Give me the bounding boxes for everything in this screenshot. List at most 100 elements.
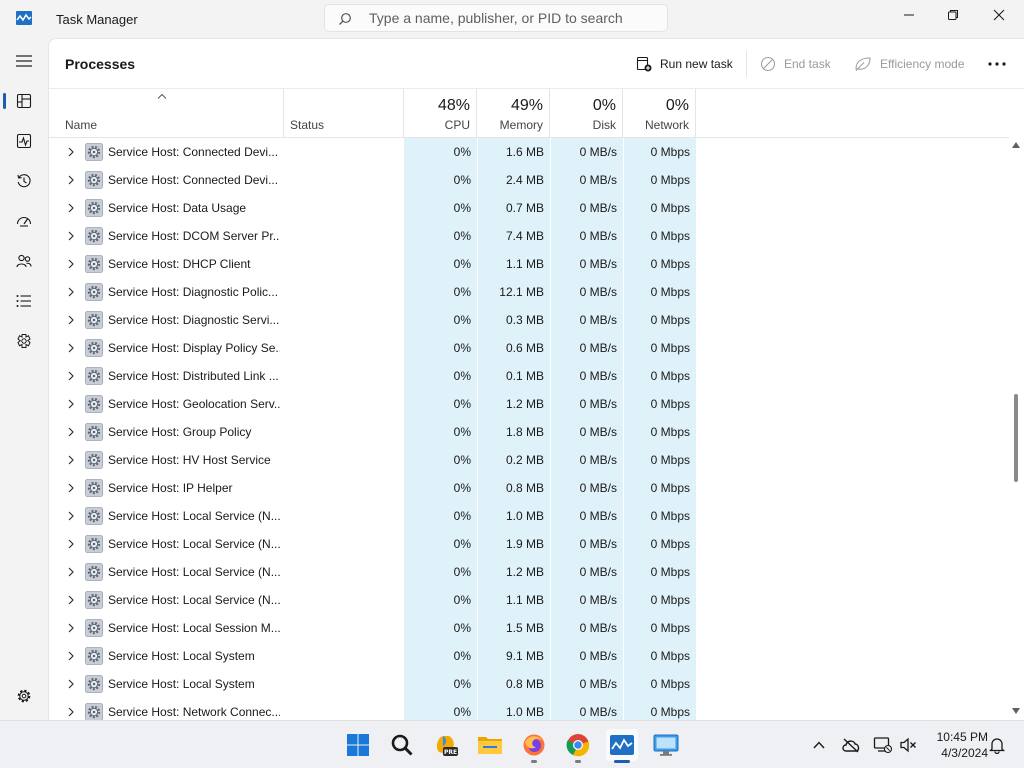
nav-menu-button[interactable]	[8, 45, 40, 77]
onedrive-tray-button[interactable]	[839, 733, 863, 757]
process-row[interactable]: Service Host: Group Policy 0% 1.8 MB 0 MB/s…	[49, 418, 1009, 446]
firefox-running-indicator	[531, 760, 537, 763]
process-row[interactable]: Service Host: DCOM Server Pr... 0% 7.4 MB 0…	[49, 222, 1009, 250]
chrome-running-indicator	[575, 760, 581, 763]
expand-chevron-icon[interactable]	[67, 175, 75, 185]
search-input[interactable]	[369, 8, 659, 28]
taskbar-task-manager-button[interactable]	[606, 729, 638, 761]
process-cpu: 0%	[453, 369, 471, 383]
expand-chevron-icon[interactable]	[67, 483, 75, 493]
end-task-icon	[760, 56, 776, 72]
scroll-up-arrow-icon[interactable]	[1011, 141, 1021, 149]
minimize-button[interactable]	[886, 0, 932, 30]
search-box[interactable]	[324, 4, 668, 32]
process-row[interactable]: Service Host: Data Usage 0% 0.7 MB 0 MB/s 0 …	[49, 194, 1009, 222]
nav-performance[interactable]	[8, 125, 40, 157]
vertical-scrollbar[interactable]	[1008, 136, 1024, 720]
process-row[interactable]: Service Host: Local System 0% 9.1 MB 0 MB/s…	[49, 642, 1009, 670]
maximize-button[interactable]	[930, 0, 976, 30]
process-row[interactable]: Service Host: Display Policy Se... 0% 0.6 …	[49, 334, 1009, 362]
nav-app-history[interactable]	[8, 165, 40, 197]
end-task-button[interactable]: End task	[760, 53, 831, 75]
nav-startup-apps[interactable]	[8, 205, 40, 237]
taskbar-chrome-button[interactable]	[562, 729, 594, 761]
process-disk: 0 MB/s	[579, 201, 617, 215]
taskbar-remote-desktop-button[interactable]	[650, 729, 682, 761]
process-row[interactable]: Service Host: IP Helper 0% 0.8 MB 0 MB/s 0 M…	[49, 474, 1009, 502]
column-header-network[interactable]: 0% Network	[623, 89, 696, 137]
process-row[interactable]: Service Host: Local System 0% 0.8 MB 0 MB/s…	[49, 670, 1009, 698]
expand-chevron-icon[interactable]	[67, 147, 75, 157]
column-header-memory[interactable]: 49% Memory	[477, 89, 550, 137]
expand-chevron-icon[interactable]	[67, 651, 75, 661]
process-network: 0 Mbps	[650, 257, 690, 271]
nav-users[interactable]	[8, 245, 40, 277]
expand-chevron-icon[interactable]	[67, 427, 75, 437]
expand-chevron-icon[interactable]	[67, 595, 75, 605]
process-memory: 0.7 MB	[505, 201, 544, 215]
expand-chevron-icon[interactable]	[67, 455, 75, 465]
taskbar-firefox-button[interactable]	[518, 729, 550, 761]
expand-chevron-icon[interactable]	[67, 623, 75, 633]
expand-chevron-icon[interactable]	[67, 343, 75, 353]
process-network: 0 Mbps	[650, 565, 690, 579]
network-tray-button[interactable]	[871, 733, 895, 757]
nav-details[interactable]	[8, 285, 40, 317]
process-disk: 0 MB/s	[579, 565, 617, 579]
expand-chevron-icon[interactable]	[67, 315, 75, 325]
process-row[interactable]: Service Host: Diagnostic Servi... 0% 0.3 M…	[49, 306, 1009, 334]
process-row[interactable]: Service Host: Distributed Link ... 0% 0.1 …	[49, 362, 1009, 390]
more-options-button[interactable]	[981, 53, 1013, 75]
process-row[interactable]: Service Host: DHCP Client 0% 1.1 MB 0 MB/s 0…	[49, 250, 1009, 278]
scroll-down-arrow-icon[interactable]	[1011, 707, 1021, 715]
run-new-task-button[interactable]: Run new task	[636, 53, 733, 75]
process-name: Service Host: Geolocation Serv...	[108, 397, 280, 411]
process-row[interactable]: Service Host: Local Service (N... 0% 1.9 M…	[49, 530, 1009, 558]
process-row[interactable]: Service Host: Local Service (N... 0% 1.1 M…	[49, 586, 1009, 614]
process-row[interactable]: Service Host: Connected Devi... 0% 1.6 MB 0…	[49, 138, 1009, 166]
scrollbar-thumb[interactable]	[1014, 394, 1018, 482]
notifications-button[interactable]	[985, 733, 1009, 757]
expand-chevron-icon[interactable]	[67, 259, 75, 269]
nav-settings[interactable]	[8, 680, 40, 712]
taskbar-start-button[interactable]	[342, 729, 374, 761]
process-row[interactable]: Service Host: Local Service (N... 0% 1.0 M…	[49, 502, 1009, 530]
process-disk: 0 MB/s	[579, 453, 617, 467]
expand-chevron-icon[interactable]	[67, 231, 75, 241]
expand-chevron-icon[interactable]	[67, 287, 75, 297]
taskbar-file-explorer-button[interactable]	[474, 729, 506, 761]
process-row[interactable]: Service Host: HV Host Service 0% 0.2 MB 0 M…	[49, 446, 1009, 474]
column-header-disk[interactable]: 0% Disk	[550, 89, 623, 137]
menu-icon	[16, 55, 32, 67]
show-hidden-icons-button[interactable]	[807, 733, 831, 757]
expand-chevron-icon[interactable]	[67, 511, 75, 521]
expand-chevron-icon[interactable]	[67, 371, 75, 381]
expand-chevron-icon[interactable]	[67, 707, 75, 717]
nav-services[interactable]	[8, 325, 40, 357]
taskbar-copilot-button[interactable]: PRE	[430, 729, 462, 761]
taskbar-clock[interactable]: 10:45 PM 4/3/2024	[924, 729, 988, 761]
close-button[interactable]	[976, 0, 1022, 30]
process-row[interactable]: Service Host: Local Session M... 0% 1.5 MB…	[49, 614, 1009, 642]
expand-chevron-icon[interactable]	[67, 399, 75, 409]
volume-tray-button[interactable]	[896, 733, 920, 757]
expand-chevron-icon[interactable]	[67, 203, 75, 213]
navigation-pane	[0, 38, 48, 720]
process-row[interactable]: Service Host: Geolocation Serv... 0% 1.2 M…	[49, 390, 1009, 418]
column-header-cpu[interactable]: 48% CPU	[404, 89, 477, 137]
process-row[interactable]: Service Host: Diagnostic Polic... 0% 12.1 …	[49, 278, 1009, 306]
process-row[interactable]: Service Host: Network Connec... 0% 1.0 MB 0…	[49, 698, 1009, 720]
column-header-status[interactable]: Status	[284, 89, 404, 137]
nav-processes[interactable]	[8, 85, 40, 117]
process-row[interactable]: Service Host: Local Service (N... 0% 1.2 M…	[49, 558, 1009, 586]
taskbar-search-button[interactable]	[386, 729, 418, 761]
service-host-gear-icon	[85, 675, 103, 693]
process-name: Service Host: Local System	[108, 677, 255, 691]
process-row[interactable]: Service Host: Connected Devi... 0% 2.4 MB 0…	[49, 166, 1009, 194]
efficiency-mode-button[interactable]: Efficiency mode	[854, 53, 965, 75]
expand-chevron-icon[interactable]	[67, 539, 75, 549]
expand-chevron-icon[interactable]	[67, 567, 75, 577]
process-cpu: 0%	[453, 425, 471, 439]
column-cpu-label: CPU	[444, 118, 470, 132]
expand-chevron-icon[interactable]	[67, 679, 75, 689]
